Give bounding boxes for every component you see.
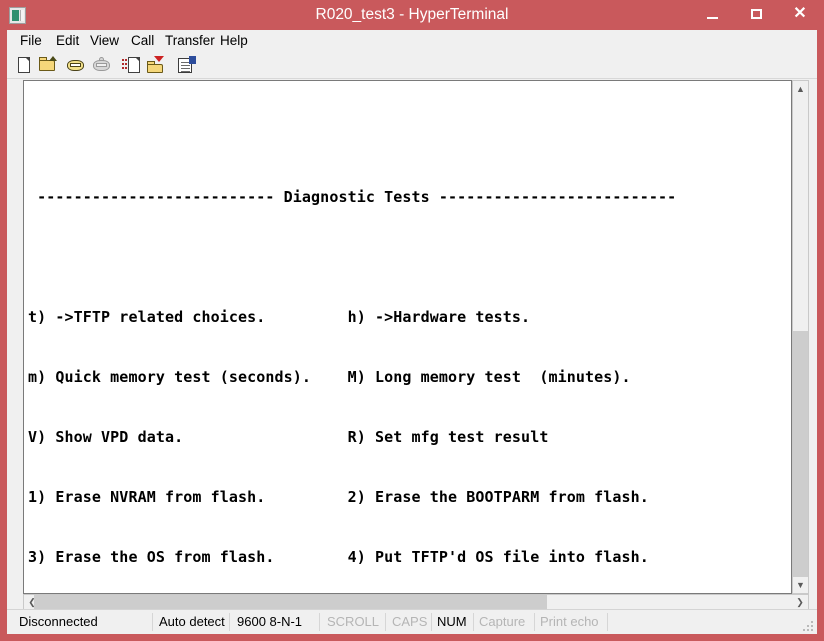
terminal-line: t) ->TFTP related choices. h) ->Hardware… — [28, 308, 531, 326]
horizontal-scrollbar[interactable]: ❮ ❯ — [23, 594, 809, 610]
status-bar: Disconnected Auto detect 9600 8-N-1 SCRO… — [7, 609, 817, 634]
menu-help[interactable]: Help — [215, 32, 253, 50]
call-button[interactable] — [66, 56, 86, 75]
terminal-line: 1) Erase NVRAM from flash. 2) Erase the … — [28, 488, 649, 506]
receive-file-button[interactable] — [146, 56, 166, 75]
close-button[interactable]: ✕ — [778, 0, 822, 28]
scroll-right-button[interactable]: ❯ — [792, 595, 808, 609]
new-connection-button[interactable] — [15, 56, 35, 75]
status-scroll-lock: SCROLL — [327, 614, 380, 629]
status-num-lock: NUM — [437, 614, 467, 629]
properties-button[interactable] — [177, 56, 197, 75]
status-protocol: Auto detect — [159, 614, 225, 629]
menu-bar: File Edit View Call Transfer Help — [7, 30, 817, 52]
hyperterminal-icon — [9, 7, 26, 24]
menu-transfer[interactable]: Transfer — [160, 32, 220, 50]
horizontal-scroll-thumb[interactable] — [34, 595, 547, 609]
terminal-container: -------------------------- Diagnostic Te… — [15, 80, 809, 611]
toolbar — [7, 52, 817, 79]
terminal-screen[interactable]: -------------------------- Diagnostic Te… — [24, 81, 677, 593]
open-button[interactable] — [38, 56, 58, 75]
scroll-up-button[interactable]: ▲ — [793, 81, 808, 97]
send-file-button[interactable] — [122, 56, 142, 75]
status-capture: Capture — [479, 614, 526, 629]
hyperterminal-window: R020_test3 - HyperTerminal ✕ File Edit V… — [0, 0, 824, 641]
disconnect-button[interactable] — [92, 56, 112, 75]
vertical-scroll-thumb[interactable] — [793, 331, 808, 579]
minimize-icon — [706, 16, 718, 19]
menu-view[interactable]: View — [85, 32, 124, 50]
status-caps-lock: CAPS — [392, 614, 428, 629]
client-area: File Edit View Call Transfer Help ------… — [7, 30, 817, 611]
close-icon: ✕ — [793, 5, 807, 22]
new-document-icon — [18, 57, 30, 73]
resize-grip-icon[interactable] — [803, 621, 814, 632]
minimize-button[interactable] — [690, 0, 734, 28]
maximize-button[interactable] — [734, 0, 778, 28]
menu-call[interactable]: Call — [126, 32, 159, 50]
terminal-frame: -------------------------- Diagnostic Te… — [23, 80, 792, 594]
terminal-line: 3) Erase the OS from flash. 4) Put TFTP'… — [28, 548, 649, 566]
vertical-scrollbar[interactable]: ▲ ▼ — [792, 80, 809, 594]
maximize-icon — [750, 9, 762, 20]
status-serial: 9600 8-N-1 — [237, 614, 303, 629]
terminal-line: V) Show VPD data. R) Set mfg test result — [28, 428, 549, 446]
terminal-line: m) Quick memory test (seconds). M) Long … — [28, 368, 631, 386]
status-print-echo: Print echo — [540, 614, 599, 629]
menu-file[interactable]: File — [15, 32, 47, 50]
menu-edit[interactable]: Edit — [51, 32, 84, 50]
title-bar[interactable]: R020_test3 - HyperTerminal ✕ — [0, 0, 824, 30]
status-connection: Disconnected — [19, 614, 98, 629]
terminal-line: -------------------------- Diagnostic Te… — [28, 188, 677, 206]
scroll-down-button[interactable]: ▼ — [793, 577, 808, 593]
